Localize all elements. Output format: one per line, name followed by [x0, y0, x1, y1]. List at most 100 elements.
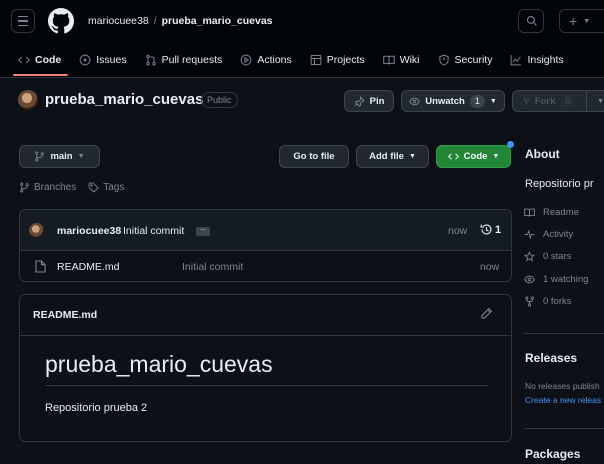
graph-icon — [511, 55, 522, 66]
divider — [45, 385, 488, 386]
fork-button[interactable]: Fork 0 ▼ — [512, 90, 604, 112]
divider — [586, 91, 588, 111]
sidebar-item-stars[interactable]: 0 stars — [524, 251, 572, 262]
tab-projects[interactable]: Projects — [310, 49, 365, 71]
tags-link[interactable]: Tags — [88, 182, 124, 193]
breadcrumb-separator: / — [153, 15, 157, 27]
tab-security[interactable]: Security — [438, 49, 493, 71]
pin-button[interactable]: Pin — [344, 90, 394, 112]
eye-icon — [524, 275, 535, 284]
packages-heading[interactable]: Packages — [525, 447, 580, 461]
fork-label: Fork — [534, 95, 556, 107]
divider — [524, 333, 604, 334]
file-browser: mariocuee38 Initial commit ... now 1 REA… — [19, 209, 512, 282]
chevron-down-icon: ▼ — [597, 97, 604, 105]
fork-icon — [523, 97, 530, 105]
commit-history-link[interactable]: 1 — [480, 223, 501, 236]
visibility-badge: Public — [201, 92, 238, 108]
search-button[interactable] — [518, 9, 544, 33]
chevron-down-icon: ▼ — [408, 153, 416, 160]
tab-actions[interactable]: Actions — [240, 49, 292, 71]
create-release-link[interactable]: Create a new releas — [525, 395, 601, 405]
breadcrumb-owner[interactable]: mariocuee38 — [88, 15, 149, 27]
chevron-down-icon: ▼ — [77, 153, 85, 160]
avatar[interactable] — [29, 223, 44, 238]
tab-insights[interactable]: Insights — [510, 49, 564, 71]
commit-time: now — [448, 225, 468, 237]
sidebar-item-label: 1 watching — [543, 274, 589, 285]
tag-icon — [88, 182, 99, 193]
tab-actions-label: Actions — [257, 54, 292, 66]
branch-links: Branches Tags — [19, 182, 124, 193]
fork-icon — [525, 296, 534, 307]
unwatch-button[interactable]: Unwatch 1 ▼ — [401, 90, 505, 112]
file-commit-message[interactable]: Initial commit — [182, 261, 243, 273]
readme-body: Repositorio prueba 2 — [45, 402, 148, 414]
create-new-button[interactable]: + ▼ — [559, 9, 604, 33]
latest-commit-row: mariocuee38 Initial commit ... now 1 — [20, 210, 511, 251]
tab-issues[interactable]: Issues — [79, 49, 127, 71]
tags-label: Tags — [103, 182, 125, 193]
menu-button[interactable] — [11, 9, 35, 33]
eye-icon — [409, 97, 421, 105]
tab-code[interactable]: Code — [18, 49, 61, 71]
pin-label: Pin — [369, 95, 385, 107]
table-row[interactable]: README.md Initial commit now — [20, 251, 511, 281]
about-heading: About — [525, 147, 560, 161]
book-icon — [382, 55, 395, 65]
table-icon — [310, 55, 322, 65]
branch-icon — [35, 151, 45, 162]
sidebar-item-activity[interactable]: Activity — [524, 229, 573, 240]
sidebar-item-readme[interactable]: Readme — [524, 207, 579, 218]
fork-count: 0 — [560, 94, 576, 108]
code-icon — [447, 153, 459, 160]
pulse-icon — [524, 229, 535, 240]
active-tab-indicator — [13, 74, 68, 76]
tab-insights-label: Insights — [527, 54, 564, 66]
sidebar-item-watching[interactable]: 1 watching — [524, 274, 588, 285]
owner-avatar[interactable] — [18, 90, 38, 110]
pull-request-icon — [145, 54, 156, 66]
watch-count: 1 — [469, 94, 485, 108]
branches-link[interactable]: Branches — [19, 182, 76, 193]
sidebar-item-forks[interactable]: 0 forks — [524, 296, 572, 307]
readme-file-label[interactable]: README.md — [33, 309, 97, 321]
tab-security-label: Security — [454, 54, 493, 66]
unwatch-label: Unwatch — [425, 95, 465, 107]
readme-heading: prueba_mario_cuevas — [45, 351, 273, 377]
commit-message[interactable]: Initial commit — [123, 225, 184, 237]
play-icon — [240, 54, 252, 66]
repo-title[interactable]: prueba_mario_cuevas — [45, 91, 203, 108]
tab-pull-requests[interactable]: Pull requests — [145, 49, 223, 71]
branch-selector[interactable]: main ▼ — [19, 145, 100, 168]
repo-tabs: Code Issues Pull requests Actions Projec… — [0, 49, 582, 71]
file-name[interactable]: README.md — [57, 261, 119, 273]
go-to-file-button[interactable]: Go to file — [279, 145, 349, 168]
breadcrumb-repo[interactable]: prueba_mario_cuevas — [162, 15, 273, 27]
releases-heading[interactable]: Releases — [525, 351, 577, 365]
code-button-label: Code — [463, 151, 488, 162]
commit-author[interactable]: mariocuee38 — [57, 225, 121, 237]
tab-wiki[interactable]: Wiki — [382, 49, 420, 71]
readme-panel: README.md prueba_mario_cuevas Repositori… — [19, 294, 512, 442]
commit-count: 1 — [495, 223, 502, 236]
tab-projects-label: Projects — [326, 54, 365, 66]
notification-dot — [507, 141, 514, 148]
divider — [20, 335, 511, 336]
about-description: Repositorio pr — [525, 178, 594, 190]
search-icon — [526, 15, 537, 26]
tab-pull-requests-label: Pull requests — [161, 54, 223, 66]
branch-name: main — [50, 151, 73, 162]
add-file-label: Add file — [369, 151, 404, 162]
plus-icon: + — [569, 13, 578, 29]
file-icon — [35, 260, 46, 273]
breadcrumb: mariocuee38 / prueba_mario_cuevas — [88, 15, 273, 27]
commit-expand-button[interactable]: ... — [196, 225, 210, 236]
code-button[interactable]: Code ▼ — [436, 145, 511, 168]
edit-icon[interactable] — [480, 307, 493, 320]
github-logo-icon[interactable] — [48, 8, 74, 34]
history-icon — [480, 224, 492, 235]
add-file-button[interactable]: Add file ▼ — [356, 145, 429, 168]
tab-wiki-label: Wiki — [399, 54, 420, 66]
issue-icon — [79, 54, 91, 66]
